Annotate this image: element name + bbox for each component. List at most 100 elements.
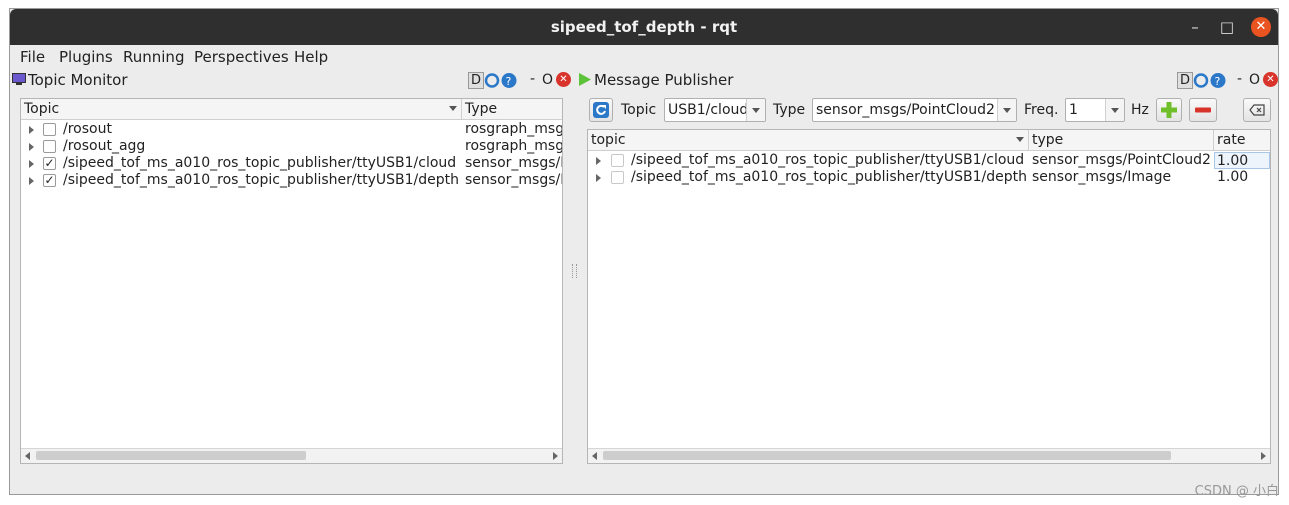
clear-icon	[1249, 104, 1265, 116]
dock-d-button[interactable]: D	[468, 72, 484, 89]
scroll-left-icon[interactable]	[25, 452, 30, 460]
topic-monitor-tree[interactable]: Topic Type /rosout rosgraph_msg /rosout_…	[20, 98, 563, 464]
row-checkbox[interactable]	[43, 140, 56, 153]
clear-button[interactable]	[1243, 98, 1271, 122]
scroll-right-icon[interactable]	[1261, 452, 1266, 460]
row-rate-editor[interactable]: 1.00	[1214, 152, 1270, 169]
table-row[interactable]: /rosout rosgraph_msg	[21, 121, 562, 138]
row-type: sensor_msgs/Image	[1032, 169, 1172, 185]
freq-label: Freq.	[1024, 102, 1059, 118]
type-combo-value: sensor_msgs/PointCloud2	[816, 102, 995, 118]
scroll-left-icon[interactable]	[592, 452, 597, 460]
menu-plugins[interactable]: Plugins	[59, 48, 113, 66]
add-publisher-button[interactable]	[1156, 98, 1182, 122]
row-checkbox[interactable]	[611, 154, 624, 167]
chevron-down-icon[interactable]	[746, 99, 765, 121]
row-topic: /sipeed_tof_ms_a010_ros_topic_publisher/…	[631, 152, 1025, 168]
row-checkbox-checked[interactable]: ✓	[43, 174, 56, 187]
type-combo[interactable]: sensor_msgs/PointCloud2	[812, 98, 1017, 122]
rqt-window: sipeed_tof_depth - rqt – □ ✕ File Plugin…	[9, 8, 1279, 495]
tree-header: topic type rate	[588, 130, 1270, 151]
publisher-tree[interactable]: topic type rate /sipeed_tof_ms_a010_ros_…	[587, 129, 1271, 464]
table-row[interactable]: /rosout_agg rosgraph_msg	[21, 138, 562, 155]
message-publisher-title-bar: Message Publisher D ? - O ✕	[576, 69, 1278, 91]
splitter-handle[interactable]	[572, 264, 577, 278]
menu-perspectives[interactable]: Perspectives	[194, 48, 289, 66]
row-type: rosgraph_msg	[465, 138, 562, 154]
row-type: sensor_msgs/F	[465, 155, 562, 171]
column-topic-label: Topic	[24, 101, 60, 117]
table-row[interactable]: ✓ /sipeed_tof_ms_a010_ros_topic_publishe…	[21, 172, 562, 189]
menu-file[interactable]: File	[20, 48, 45, 66]
freq-value: 1	[1069, 102, 1078, 118]
dock-minimize-button[interactable]: -	[1237, 71, 1242, 87]
plus-icon	[1161, 102, 1177, 118]
topic-monitor-title: Topic Monitor	[28, 71, 128, 89]
refresh-icon	[593, 102, 609, 118]
minimize-button[interactable]: –	[1185, 17, 1205, 37]
refresh-help-icon[interactable]: ?	[484, 72, 518, 89]
remove-publisher-button[interactable]	[1189, 98, 1217, 122]
maximize-button[interactable]: □	[1217, 17, 1237, 37]
topic-label: Topic	[621, 102, 657, 118]
status-bar	[10, 468, 1278, 494]
column-type[interactable]: Type	[462, 99, 562, 119]
horizontal-scrollbar[interactable]	[21, 448, 562, 463]
row-checkbox-checked[interactable]: ✓	[43, 157, 56, 170]
expand-arrow-icon[interactable]	[29, 126, 34, 134]
watermark: CSDN @ 小白	[1194, 484, 1279, 499]
sort-indicator-icon	[1016, 137, 1024, 142]
expand-arrow-icon[interactable]	[596, 174, 601, 182]
row-topic: /sipeed_tof_ms_a010_ros_topic_publisher/…	[63, 155, 457, 171]
menu-help[interactable]: Help	[294, 48, 328, 66]
expand-arrow-icon[interactable]	[29, 143, 34, 151]
dock-minimize-button[interactable]: -	[530, 71, 535, 87]
row-topic: /rosout_agg	[63, 138, 146, 154]
row-checkbox[interactable]	[611, 171, 624, 184]
chevron-down-icon[interactable]	[1105, 99, 1124, 121]
row-topic: /rosout	[63, 121, 112, 137]
message-publisher-title: Message Publisher	[594, 71, 734, 89]
table-row[interactable]: /sipeed_tof_ms_a010_ros_topic_publisher/…	[588, 152, 1270, 169]
hz-label: Hz	[1131, 102, 1149, 118]
row-rate[interactable]: 1.00	[1217, 169, 1269, 186]
column-topic[interactable]: topic	[588, 130, 1029, 150]
row-type: rosgraph_msg	[465, 121, 562, 137]
chevron-down-icon[interactable]	[997, 99, 1016, 121]
expand-arrow-icon[interactable]	[29, 160, 34, 168]
dock-d-button[interactable]: D	[1177, 72, 1193, 89]
refresh-button[interactable]	[589, 98, 613, 122]
dock-float-button[interactable]: O	[1249, 72, 1260, 88]
scroll-thumb[interactable]	[603, 451, 1171, 460]
horizontal-scrollbar[interactable]	[588, 448, 1270, 463]
row-topic: /sipeed_tof_ms_a010_ros_topic_publisher/…	[63, 172, 460, 188]
column-topic[interactable]: Topic	[21, 99, 462, 119]
play-icon	[579, 73, 591, 86]
scroll-right-icon[interactable]	[553, 452, 558, 460]
column-type[interactable]: type	[1029, 130, 1214, 150]
svg-text:?: ?	[506, 75, 512, 88]
column-topic-label: topic	[591, 132, 626, 148]
row-type: sensor_msgs/I	[465, 172, 562, 188]
dock-close-button[interactable]: ✕	[1263, 72, 1278, 87]
expand-arrow-icon[interactable]	[596, 157, 601, 165]
dock-float-button[interactable]: O	[542, 72, 553, 88]
menu-running[interactable]: Running	[123, 48, 184, 66]
table-row[interactable]: /sipeed_tof_ms_a010_ros_topic_publisher/…	[588, 169, 1270, 186]
row-topic: /sipeed_tof_ms_a010_ros_topic_publisher/…	[631, 169, 1028, 185]
row-checkbox[interactable]	[43, 123, 56, 136]
title-bar[interactable]: sipeed_tof_depth - rqt – □ ✕	[10, 9, 1278, 45]
window-close-button[interactable]: ✕	[1251, 17, 1271, 37]
table-row[interactable]: ✓ /sipeed_tof_ms_a010_ros_topic_publishe…	[21, 155, 562, 172]
svg-text:?: ?	[1215, 75, 1221, 88]
scroll-thumb[interactable]	[36, 451, 306, 460]
topic-combo-value: USB1/cloud	[668, 102, 749, 118]
monitor-icon	[12, 73, 26, 85]
expand-arrow-icon[interactable]	[29, 177, 34, 185]
refresh-help-icon[interactable]: ?	[1193, 72, 1227, 89]
menu-bar: File Plugins Running Perspectives Help	[10, 45, 1278, 67]
freq-spinbox[interactable]: 1	[1065, 98, 1125, 122]
dock-close-button[interactable]: ✕	[556, 72, 571, 87]
column-rate[interactable]: rate	[1214, 130, 1270, 150]
topic-combo[interactable]: USB1/cloud	[664, 98, 766, 122]
